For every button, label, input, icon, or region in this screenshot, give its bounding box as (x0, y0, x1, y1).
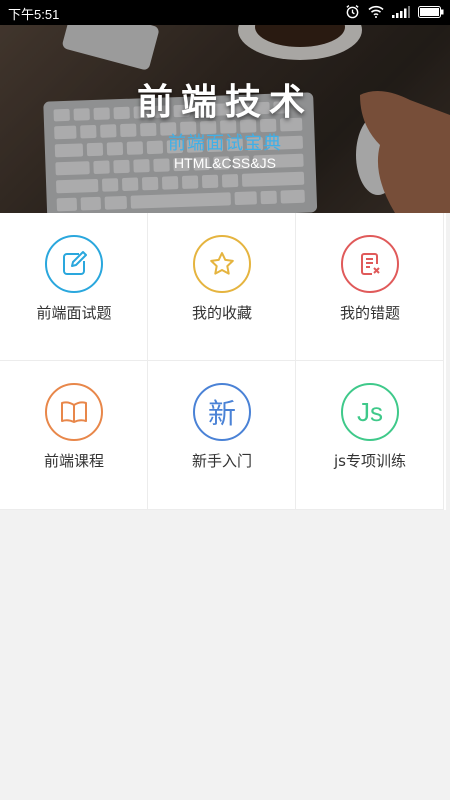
js-icon: Js (341, 383, 399, 441)
grid-item-label: js专项训练 (334, 452, 406, 470)
feature-grid: 前端面试题 我的收藏 我的错题 前端课程 新 新手入门 Js js专项训练 (0, 213, 446, 510)
signal-icon (392, 5, 410, 18)
grid-item-label: 我的错题 (339, 304, 400, 322)
wifi-icon (368, 5, 384, 18)
status-time: 下午5:51 (8, 7, 60, 22)
grid-item-favorites[interactable]: 我的收藏 (148, 213, 296, 361)
grid-item-interview-questions[interactable]: 前端面试题 (0, 213, 148, 361)
battery-icon (418, 5, 444, 18)
grid-item-label: 前端面试题 (36, 304, 112, 322)
new-icon-text: 新 (207, 397, 236, 430)
js-icon-text: Js (357, 396, 383, 427)
wrong-doc-icon (341, 235, 399, 293)
status-icons (345, 4, 444, 19)
grid-edge-gap (446, 213, 450, 510)
grid-item-wrong-questions[interactable]: 我的错题 (296, 213, 444, 361)
grid-item-beginner[interactable]: 新 新手入门 (148, 361, 296, 510)
new-icon: 新 (193, 383, 251, 441)
grid-item-js-training[interactable]: Js js专项训练 (296, 361, 444, 510)
grid-item-label: 我的收藏 (191, 304, 252, 322)
alarm-icon (345, 4, 360, 19)
status-bar: 下午5:51 (0, 0, 450, 25)
grid-item-label: 新手入门 (191, 452, 252, 470)
grid-item-courses[interactable]: 前端课程 (0, 361, 148, 510)
banner-subtitle: 前端面试宝典 (168, 133, 282, 154)
banner-title: 前端技术 (136, 82, 313, 123)
banner-tagline: HTML&CSS&JS (174, 155, 276, 171)
edit-icon (45, 235, 103, 293)
header-banner: 前端技术 前端面试宝典 HTML&CSS&JS (0, 25, 450, 213)
star-icon (193, 235, 251, 293)
grid-item-label: 前端课程 (43, 452, 104, 470)
book-icon (45, 383, 103, 441)
